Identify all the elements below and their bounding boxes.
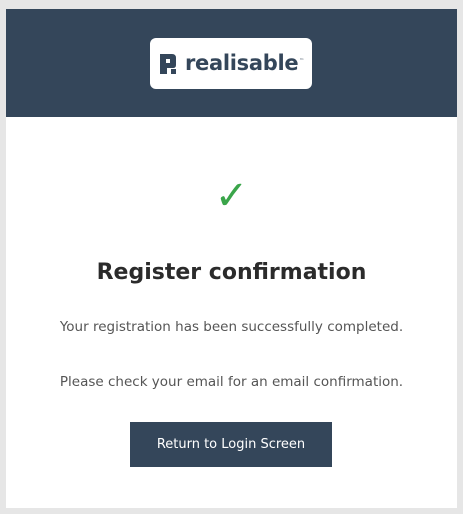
- logo-wordmark: realisable™: [184, 51, 304, 75]
- checkmark-icon: ✓: [214, 173, 249, 219]
- realisable-logo-icon: [159, 53, 176, 74]
- logo: realisable™: [150, 38, 312, 89]
- logo-trademark: ™: [299, 58, 304, 64]
- confirmation-card: realisable™ ✓ Register confirmation Your…: [6, 9, 457, 508]
- success-message: Your registration has been successfully …: [59, 319, 404, 335]
- page-title: Register confirmation: [96, 260, 367, 285]
- header-banner: realisable™: [6, 9, 457, 117]
- return-to-login-button[interactable]: Return to Login Screen: [130, 422, 332, 467]
- email-instruction-message: Please check your email for an email con…: [59, 374, 404, 390]
- logo-inner: realisable™: [158, 52, 304, 76]
